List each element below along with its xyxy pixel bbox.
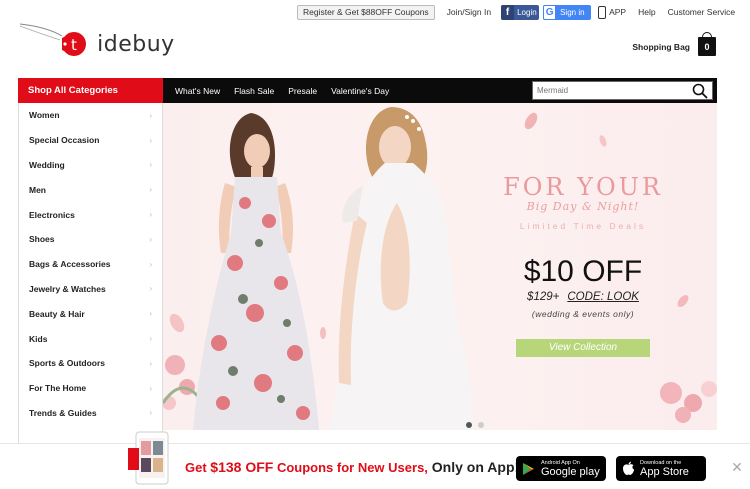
slider-dot[interactable]: [466, 422, 472, 428]
category-sidebar: Women › Special Occasion › Wedding › Men › E…: [18, 103, 163, 443]
facebook-login-label: Login: [517, 7, 537, 17]
shopping-bag-label: Shopping Bag: [632, 41, 690, 52]
sidebar-item-label: Sports & Outdoors: [29, 358, 106, 369]
promo-amount: $138 OFF: [210, 459, 274, 475]
logo-tag-icon: t: [19, 23, 86, 56]
register-coupon-button[interactable]: Register & Get $88OFF Coupons: [297, 4, 435, 20]
banner-code-line: $129+ CODE: LOOK: [493, 291, 673, 303]
chevron-right-icon: ›: [149, 284, 152, 294]
sidebar-item-beauty-hair[interactable]: Beauty & Hair ›: [19, 301, 162, 326]
sidebar-item-kids[interactable]: Kids ›: [19, 326, 162, 351]
sidebar-item-label: Special Occasion: [29, 135, 100, 146]
banner-note: (wedding & events only): [531, 309, 635, 319]
chevron-right-icon: ›: [149, 383, 152, 393]
shopping-bag[interactable]: Shopping Bag 0: [632, 32, 716, 56]
facebook-login-button[interactable]: f Login: [501, 4, 540, 20]
sidebar-item-sports-outdoors[interactable]: Sports & Outdoors ›: [19, 351, 162, 376]
sidebar-item-trends-guides[interactable]: Trends & Guides ›: [19, 401, 162, 426]
facebook-icon: f: [501, 4, 515, 20]
customer-service-link[interactable]: Customer Service: [668, 7, 736, 17]
phone-icon: [598, 5, 607, 19]
sidebar-item-wedding[interactable]: Wedding ›: [19, 153, 162, 178]
apple-icon: [623, 461, 634, 475]
sidebar-item-label: Bags & Accessories: [29, 259, 111, 270]
sidebar-item-for-the-home[interactable]: For The Home ›: [19, 376, 162, 401]
sidebar-item-label: Trends & Guides: [29, 407, 97, 418]
search-box: [532, 81, 713, 100]
google-icon: G: [543, 4, 557, 20]
promo-phone-image: [128, 431, 169, 485]
promo-prefix: Get: [185, 460, 211, 475]
sidebar-item-label: Jewelry & Watches: [29, 283, 106, 294]
banner-offer: $10 OFF: [523, 255, 643, 288]
sidebar-item-label: Women: [29, 110, 60, 121]
sidebar-item-women[interactable]: Women ›: [19, 103, 162, 128]
sidebar-item-jewelry-watches[interactable]: Jewelry & Watches ›: [19, 277, 162, 302]
sidebar-item-label: Electronics: [29, 209, 75, 220]
banner-min-spend: $129+: [527, 291, 560, 303]
promo-suffix: Only on App!: [427, 459, 520, 475]
app-store-large: App Store: [640, 465, 689, 478]
shop-all-categories[interactable]: Shop All Categories: [18, 78, 163, 103]
sidebar-item-label: For The Home: [29, 383, 87, 394]
nav-flash-sale[interactable]: Flash Sale: [234, 86, 274, 96]
chevron-right-icon: ›: [149, 309, 152, 319]
chevron-right-icon: ›: [149, 185, 152, 195]
cart-count: 0: [704, 41, 710, 52]
google-signin-label: Sign in: [560, 7, 585, 17]
chevron-right-icon: ›: [149, 259, 152, 269]
slider-dots: [463, 422, 487, 428]
google-play-large: Google play: [541, 465, 600, 478]
help-link[interactable]: Help: [638, 7, 655, 17]
logo-wordmark: tidebuy: [97, 32, 175, 57]
chevron-right-icon: ›: [149, 135, 152, 145]
hero-banner[interactable]: FOR YOUR Big Day & Night! Limited Time D…: [163, 103, 717, 430]
bag-icon: 0: [698, 32, 716, 56]
sidebar-item-label: Wedding: [29, 159, 65, 170]
close-icon[interactable]: ✕: [730, 460, 744, 474]
banner-limited-text: Limited Time Deals: [519, 221, 647, 231]
banner-headline: FOR YOUR: [503, 173, 663, 201]
svg-text:t: t: [71, 36, 77, 54]
join-signin-link[interactable]: Join/Sign In: [447, 7, 491, 17]
app-promo-bar: Get $138 OFF Coupons for New Users, Only…: [0, 431, 750, 489]
banner-copy: FOR YOUR Big Day & Night! Limited Time D…: [493, 173, 673, 357]
app-store-button[interactable]: Download on the App Store: [616, 456, 706, 481]
sidebar-item-label: Kids: [29, 333, 48, 344]
app-link[interactable]: APP: [598, 5, 627, 19]
slider-dot[interactable]: [478, 422, 484, 428]
nav-presale[interactable]: Presale: [288, 86, 317, 96]
banner-coupon-code: CODE: LOOK: [567, 291, 639, 303]
chevron-right-icon: ›: [149, 408, 152, 418]
promo-message: Get $138 OFF Coupons for New Users, Only…: [185, 459, 519, 475]
banner-subline: Big Day & Night!: [526, 200, 640, 213]
sidebar-item-label: Beauty & Hair: [29, 308, 85, 319]
sidebar-item-men[interactable]: Men ›: [19, 177, 162, 202]
promo-mid: Coupons for New Users,: [273, 460, 428, 475]
chevron-right-icon: ›: [149, 160, 152, 170]
view-collection-button[interactable]: View Collection: [516, 339, 650, 357]
chevron-right-icon: ›: [149, 210, 152, 220]
nav-valentines-day[interactable]: Valentine's Day: [331, 86, 389, 96]
google-signin-button[interactable]: G Sign in: [543, 4, 592, 20]
top-utility-bar: Register & Get $88OFF Coupons Join/Sign …: [297, 4, 735, 20]
main-nav: What's New Flash Sale Presale Valentine'…: [163, 78, 717, 103]
google-play-button[interactable]: Android App On Google play: [516, 456, 606, 481]
chevron-right-icon: ›: [149, 234, 152, 244]
app-label: APP: [609, 7, 627, 17]
google-play-icon: [523, 462, 534, 475]
sidebar-item-label: Men: [29, 184, 46, 195]
site-logo[interactable]: t tidebuy: [18, 20, 174, 64]
sidebar-item-label: Shoes: [29, 234, 55, 245]
sidebar-item-shoes[interactable]: Shoes ›: [19, 227, 162, 252]
chevron-right-icon: ›: [149, 358, 152, 368]
sidebar-item-special-occasion[interactable]: Special Occasion ›: [19, 128, 162, 153]
sidebar-item-bags-accessories[interactable]: Bags & Accessories ›: [19, 252, 162, 277]
nav-whats-new[interactable]: What's New: [175, 86, 220, 96]
search-icon[interactable]: [692, 83, 708, 99]
sidebar-item-electronics[interactable]: Electronics ›: [19, 202, 162, 227]
search-input[interactable]: [533, 83, 683, 98]
chevron-right-icon: ›: [149, 334, 152, 344]
chevron-right-icon: ›: [149, 110, 152, 120]
